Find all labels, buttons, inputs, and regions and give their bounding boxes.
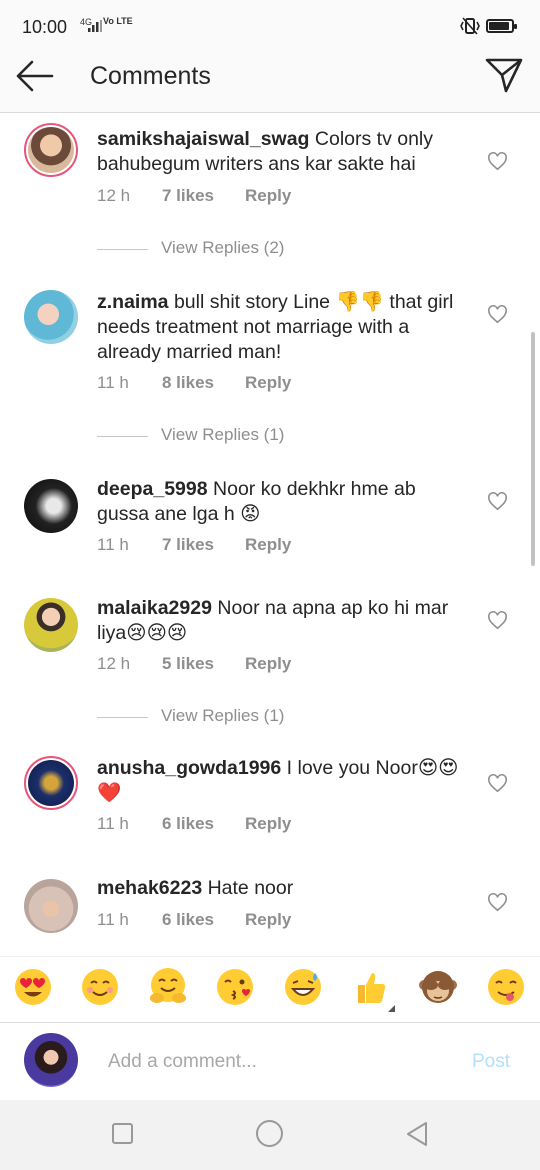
see-no-evil-monkey-emoji-icon[interactable] (418, 967, 458, 1007)
comment-time: 12 h (97, 654, 131, 673)
avatar[interactable] (24, 290, 78, 344)
arrow-left-icon[interactable] (14, 58, 56, 94)
view-replies-label: View Replies (2) (161, 238, 285, 257)
comment-likes[interactable]: 7 likes (162, 535, 214, 555)
yum-emoji-icon[interactable] (486, 967, 526, 1007)
back-triangle-icon[interactable] (404, 1120, 430, 1148)
heart-icon[interactable] (487, 305, 508, 324)
avatar[interactable] (24, 123, 78, 177)
comment-body: Hate noor (202, 877, 294, 899)
vibrate-icon (460, 17, 480, 35)
divider (97, 249, 148, 250)
status-time: 10:00 (22, 17, 68, 37)
recent-apps-icon[interactable] (112, 1123, 133, 1144)
comment-likes[interactable]: 7 likes (162, 186, 214, 206)
comment-composer: Post (0, 1022, 540, 1100)
view-replies-label: View Replies (1) (161, 425, 285, 444)
status-bar: 10:00 4G Vo LTE (0, 0, 540, 40)
heart-icon[interactable] (487, 492, 508, 511)
comment-username[interactable]: deepa_5998 (97, 478, 208, 500)
kissing-emoji-icon[interactable] (215, 967, 255, 1007)
reply-button[interactable]: Reply (245, 535, 291, 555)
post-button[interactable]: Post (472, 1051, 510, 1073)
page-title: Comments (90, 62, 211, 90)
heart-eyes-emoji-icon[interactable] (13, 967, 53, 1007)
thumbs-up-emoji-icon[interactable] (350, 967, 390, 1007)
comments-list[interactable]: samikshajaiswal_swag Colors tv only bahu… (0, 114, 540, 954)
reply-button[interactable]: Reply (245, 814, 291, 834)
heart-icon[interactable] (487, 774, 508, 793)
heart-icon[interactable] (487, 152, 508, 171)
app-header: Comments (0, 40, 540, 113)
home-icon[interactable] (256, 1120, 283, 1147)
system-nav-bar (0, 1100, 540, 1170)
divider (97, 717, 148, 718)
comment-username[interactable]: anusha_gowda1996 (97, 757, 281, 779)
avatar[interactable] (24, 598, 78, 652)
comment-username[interactable]: malaika2929 (97, 597, 212, 619)
avatar[interactable] (24, 879, 78, 933)
comment-username[interactable]: z.naima (97, 291, 169, 313)
reply-button[interactable]: Reply (245, 654, 291, 674)
comment-username[interactable]: samikshajaiswal_swag (97, 128, 309, 150)
smiling-emoji-icon[interactable] (80, 967, 120, 1007)
comment-time: 12 h (97, 186, 131, 205)
divider (97, 436, 148, 437)
avatar[interactable] (24, 479, 78, 533)
heart-icon[interactable] (487, 611, 508, 630)
comment-time: 11 h (97, 373, 129, 392)
resize-handle (388, 1005, 395, 1012)
view-replies-label: View Replies (1) (161, 706, 285, 725)
comment-time: 11 h (97, 535, 129, 554)
comment-time: 11 h (97, 814, 129, 833)
reply-button[interactable]: Reply (245, 910, 291, 930)
emoji-bar (0, 956, 540, 1022)
paper-plane-icon[interactable] (484, 56, 524, 94)
battery-icon (486, 19, 517, 33)
comment-time: 11 h (97, 910, 129, 929)
sweat-smile-emoji-icon[interactable] (283, 967, 323, 1007)
comment-input[interactable] (108, 1047, 448, 1077)
comment-likes[interactable]: 5 likes (162, 654, 214, 674)
volte-indicator: Vo LTE (103, 16, 133, 26)
signal-icon (88, 20, 102, 32)
comment-likes[interactable]: 8 likes (162, 373, 214, 393)
scrollbar[interactable] (531, 332, 535, 566)
reply-button[interactable]: Reply (245, 186, 291, 206)
reply-button[interactable]: Reply (245, 373, 291, 393)
comment-likes[interactable]: 6 likes (162, 910, 214, 930)
avatar (24, 1033, 78, 1087)
comment-username[interactable]: mehak6223 (97, 877, 202, 899)
heart-icon[interactable] (487, 893, 508, 912)
hugging-emoji-icon[interactable] (148, 967, 188, 1007)
comment-likes[interactable]: 6 likes (162, 814, 214, 834)
avatar[interactable] (24, 756, 78, 810)
